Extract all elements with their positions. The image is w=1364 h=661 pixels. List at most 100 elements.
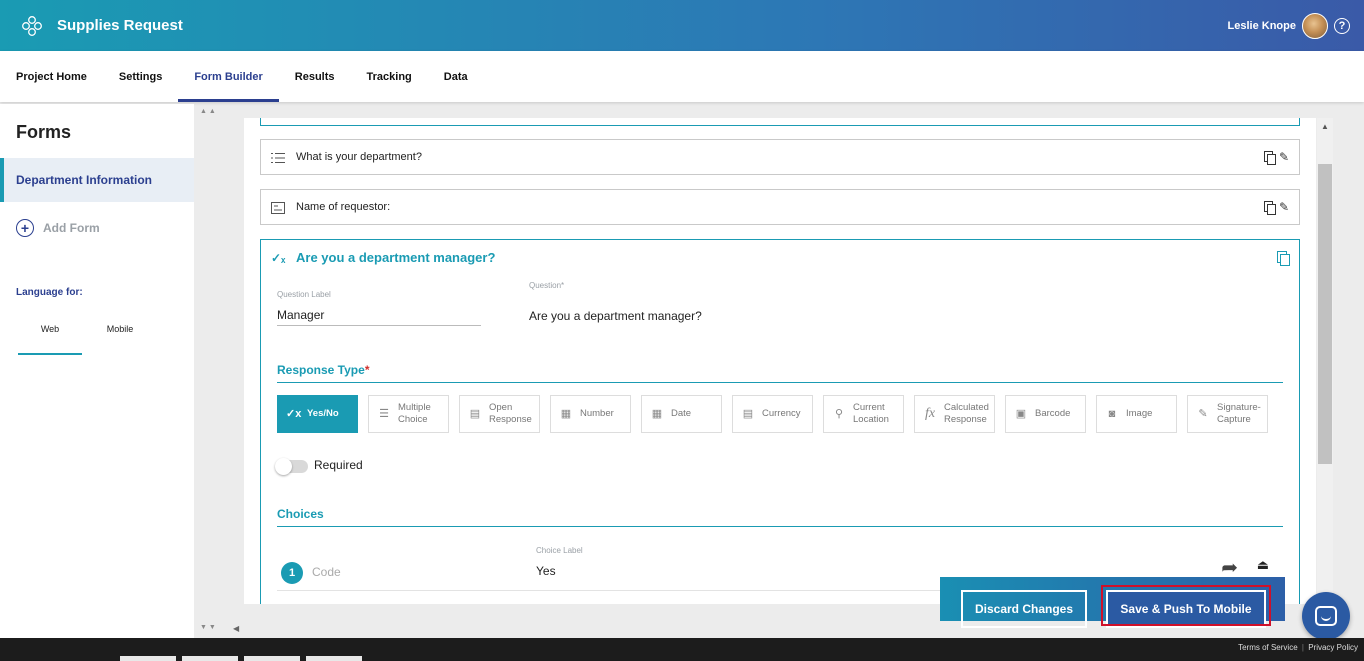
choice-code-input[interactable]: Code [312, 565, 341, 579]
sidebar-title: Forms [16, 122, 72, 142]
location-pin-icon: ⚲ [834, 408, 844, 420]
footer-links: Terms of Service | Privacy Policy [1238, 643, 1358, 652]
response-type-current-location[interactable]: ⚲ Current Location [823, 395, 904, 433]
app-title: Supplies Request [57, 17, 183, 34]
response-type-yes-no[interactable]: ✓x Yes/No [277, 395, 358, 433]
pencil-edit-icon[interactable]: ✎ [1279, 151, 1289, 163]
required-asterisk: * [364, 363, 370, 377]
yes-no-icon: ✓ₓ [271, 251, 286, 265]
copy-icon[interactable] [1277, 251, 1290, 266]
footer-separator: | [1301, 643, 1304, 652]
question-editor-expanded: ✓ₓ Are you a department manager? Questio… [260, 239, 1300, 604]
flower-logo-icon[interactable] [21, 15, 43, 37]
question-actions: ✎ [1263, 201, 1289, 215]
text-card-icon: ▤ [469, 408, 481, 420]
question-caption: Question* [529, 281, 565, 290]
question-text: Name of requestor: [296, 201, 391, 213]
language-tab-mobile[interactable]: Mobile [88, 324, 152, 353]
section-divider [277, 526, 1283, 527]
response-type-currency[interactable]: ▤ Currency [732, 395, 813, 433]
scrollbar-thumb[interactable] [1318, 164, 1332, 464]
response-type-image[interactable]: ◙ Image [1096, 395, 1177, 433]
taskbar-item[interactable] [244, 656, 300, 661]
pencil-edit-icon[interactable]: ✎ [1279, 201, 1289, 213]
help-circle-icon[interactable]: ? [1334, 17, 1350, 34]
camera-icon: ◙ [1108, 408, 1116, 420]
toggle-knob [275, 458, 292, 475]
user-name[interactable]: Leslie Knope [1228, 20, 1296, 32]
scroll-left-arrow-icon[interactable]: ◀ [233, 624, 239, 633]
user-area: Leslie Knope ? [1228, 0, 1350, 51]
taskbar [120, 656, 362, 661]
eject-icon[interactable]: ⏏ [1257, 557, 1269, 573]
response-type-calculated-response[interactable]: fx Calculated Response [914, 395, 995, 433]
response-type-date[interactable]: ▦ Date [641, 395, 722, 433]
highlight-box [1101, 585, 1271, 626]
response-type-signature-capture[interactable]: ✎ Signature-Capture [1187, 395, 1268, 433]
form-builder-canvas: What is your department? ✎ Name of reque… [244, 118, 1316, 604]
choice-number-badge: 1 [281, 562, 303, 584]
pen-icon: ✎ [1198, 408, 1208, 420]
response-type-title: Response Type* [277, 363, 370, 377]
question-actions: ✎ [1263, 151, 1289, 165]
chat-launcher-button[interactable] [1302, 592, 1350, 640]
list-icon [271, 151, 285, 163]
chat-icon [1315, 606, 1337, 626]
response-type-options: ✓x Yes/No ☰ Multiple Choice ▤ Open Response… [277, 395, 1268, 433]
tab-settings[interactable]: Settings [103, 51, 178, 102]
response-type-multiple-choice[interactable]: ☰ Multiple Choice [368, 395, 449, 433]
choices-title: Choices [277, 507, 324, 521]
currency-icon: ▤ [742, 408, 754, 420]
add-form-label: Add Form [43, 221, 100, 235]
discard-changes-button[interactable]: Discard Changes [961, 590, 1087, 628]
scroll-up-arrow-icon[interactable]: ▲ ▲ [200, 108, 216, 115]
plus-circle-icon: + [16, 219, 34, 237]
scroll-down-arrow-icon[interactable]: ▼ ▼ [200, 624, 216, 631]
section-divider [277, 382, 1283, 383]
add-form-button[interactable]: + Add Form [16, 219, 100, 237]
tab-tracking[interactable]: Tracking [351, 51, 428, 102]
question-title: Are you a department manager? [296, 250, 496, 265]
text-card-icon [271, 201, 285, 214]
taskbar-item[interactable] [120, 656, 176, 661]
barcode-icon: ▣ [1015, 408, 1027, 420]
copy-icon[interactable] [1263, 201, 1276, 215]
tab-project-home[interactable]: Project Home [0, 51, 103, 102]
scroll-up-arrow-icon[interactable]: ▲ [1321, 122, 1329, 131]
taskbar-item[interactable] [306, 656, 362, 661]
sidebar-item-department-information[interactable]: Department Information [0, 158, 194, 202]
language-label: Language for: [16, 287, 83, 298]
previous-question-edge [260, 118, 1300, 126]
vertical-scrollbar[interactable]: ▲ [1317, 118, 1333, 638]
required-toggle[interactable] [275, 458, 308, 475]
avatar[interactable] [1302, 12, 1328, 39]
response-type-barcode[interactable]: ▣ Barcode [1005, 395, 1086, 433]
calendar-icon: ▦ [651, 408, 663, 420]
privacy-policy-link[interactable]: Privacy Policy [1308, 643, 1358, 652]
required-label: Required [314, 458, 363, 472]
top-bar: Supplies Request Leslie Knope ? [0, 0, 1364, 51]
copy-icon[interactable] [1263, 151, 1276, 165]
response-type-number[interactable]: ▦ Number [550, 395, 631, 433]
forms-sidebar: Forms Department Information + Add Form … [0, 104, 194, 638]
choice-label-input[interactable]: Yes [536, 564, 556, 578]
function-icon: fx [924, 406, 936, 421]
question-label-underline [277, 325, 481, 326]
terms-of-service-link[interactable]: Terms of Service [1238, 643, 1298, 652]
tab-results[interactable]: Results [279, 51, 351, 102]
calculator-icon: ▦ [560, 408, 572, 420]
question-label-caption: Question Label [277, 290, 331, 299]
language-tab-web[interactable]: Web [18, 324, 82, 355]
yes-no-icon: ✓x [286, 408, 302, 420]
tab-data[interactable]: Data [428, 51, 484, 102]
taskbar-item[interactable] [182, 656, 238, 661]
choice-label-caption: Choice Label [536, 546, 583, 555]
tab-form-builder[interactable]: Form Builder [178, 51, 280, 102]
question-text-input[interactable]: Are you a department manager? [529, 309, 702, 323]
response-type-open-response[interactable]: ▤ Open Response [459, 395, 540, 433]
question-row-requestor[interactable]: Name of requestor: ✎ [260, 189, 1300, 225]
project-nav: Project Home Settings Form Builder Resul… [0, 51, 1364, 102]
question-row-department[interactable]: What is your department? ✎ [260, 139, 1300, 175]
question-label-input[interactable]: Manager [277, 308, 324, 322]
list-icon: ☰ [379, 408, 389, 420]
